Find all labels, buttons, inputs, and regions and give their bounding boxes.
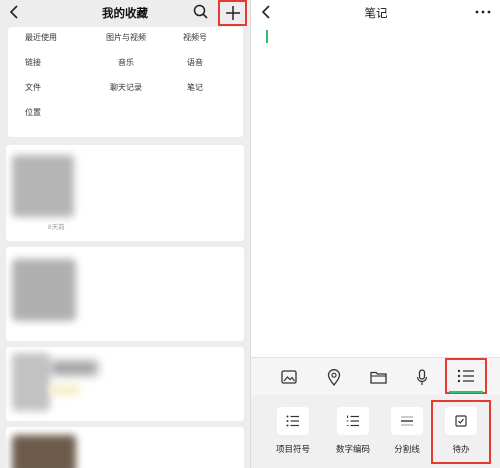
bullet-list-option[interactable]: 项目符号 [261, 401, 325, 461]
category-recent[interactable]: 最近使用 [25, 32, 57, 43]
favorite-item[interactable] [6, 247, 244, 341]
blurred-thumbnail [12, 435, 76, 468]
blurred-thumbnail [12, 155, 74, 217]
active-tab-indicator [449, 391, 483, 393]
image-button[interactable] [279, 367, 299, 387]
favorite-item[interactable]: 8天前 [6, 145, 244, 241]
divider-icon [401, 416, 413, 426]
note-header: 笔记 [251, 0, 500, 26]
list-format-icon [457, 369, 474, 383]
text-cursor [266, 30, 268, 43]
blurred-thumbnail [12, 353, 50, 411]
microphone-icon [416, 368, 428, 385]
category-grid: 最近使用 图片与视频 视频号 链接 音乐 语音 文件 聊天记录 笔记 位置 [8, 27, 243, 137]
list-format-button[interactable] [445, 358, 487, 394]
category-channels[interactable]: 视频号 [183, 32, 207, 43]
favorite-item[interactable] [6, 427, 244, 468]
folder-button[interactable] [368, 367, 388, 387]
voice-button[interactable] [412, 367, 432, 387]
note-editor: 笔记 项目符号 数字编码 分割线 待办 [250, 0, 500, 468]
favorites-panel: 我的收藏 最近使用 图片与视频 视频号 链接 音乐 语音 文件 聊天记录 笔记 … [0, 0, 250, 468]
category-voice[interactable]: 语音 [187, 57, 203, 68]
editor-toolbar [251, 357, 500, 395]
add-button[interactable] [218, 0, 247, 26]
more-icon[interactable] [475, 10, 491, 14]
favorite-item[interactable] [6, 347, 244, 421]
numbered-list-icon [346, 415, 359, 427]
folder-icon [369, 371, 387, 384]
category-notes[interactable]: 笔记 [187, 82, 203, 93]
bullet-list-icon [286, 415, 299, 427]
item-time: 8天前 [48, 224, 65, 231]
category-location[interactable]: 位置 [25, 107, 41, 118]
location-button[interactable] [324, 367, 344, 387]
category-chat-history[interactable]: 聊天记录 [110, 82, 142, 93]
image-icon [281, 370, 297, 384]
favorites-header: 我的收藏 [0, 0, 250, 26]
blurred-thumbnail [12, 259, 76, 321]
location-pin-icon [327, 368, 341, 386]
blurred-text [50, 361, 98, 375]
todo-highlight [431, 400, 491, 464]
plus-icon [225, 6, 240, 20]
category-music[interactable]: 音乐 [118, 57, 134, 68]
category-files[interactable]: 文件 [25, 82, 41, 93]
bullet-list-label: 项目符号 [275, 444, 310, 454]
blurred-highlight [50, 385, 80, 395]
page-title: 笔记 [364, 8, 388, 20]
category-links[interactable]: 链接 [25, 57, 41, 68]
category-media[interactable]: 图片与视频 [106, 32, 146, 43]
page-title: 我的收藏 [102, 8, 148, 20]
search-icon[interactable] [192, 3, 210, 21]
